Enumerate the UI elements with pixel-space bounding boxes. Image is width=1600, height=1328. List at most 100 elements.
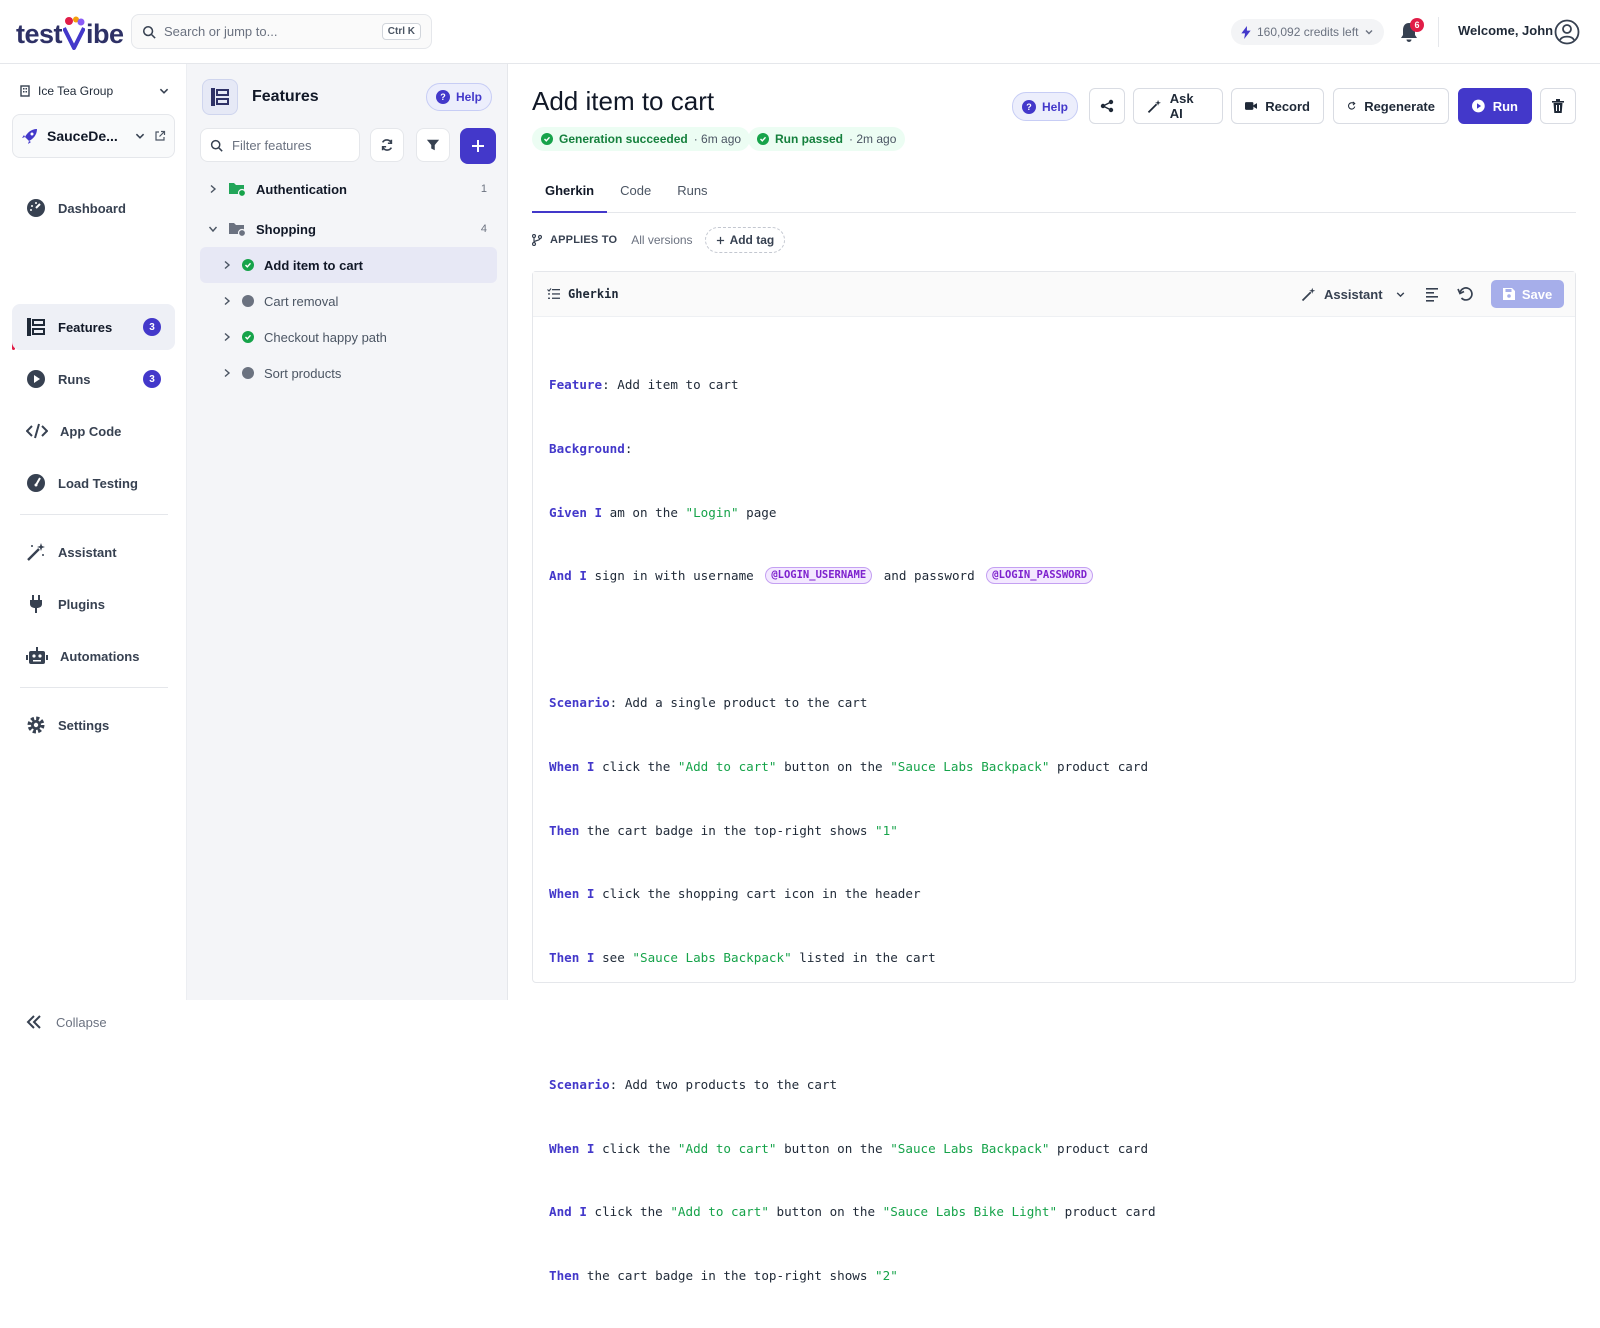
chevron-down-icon — [159, 88, 169, 94]
gherkin-keyword: And I — [549, 1204, 587, 1220]
filter-features-input[interactable]: Filter features — [200, 128, 360, 162]
record-label: Record — [1265, 98, 1310, 114]
tree-label: Cart removal — [264, 293, 339, 309]
chevron-right-icon[interactable] — [222, 296, 232, 306]
refresh-button[interactable] — [370, 128, 404, 162]
nav-label: Automations — [60, 648, 140, 664]
code-text: see — [594, 949, 633, 965]
tab-runs[interactable]: Runs — [664, 177, 720, 213]
code-string: "2" — [875, 1267, 898, 1283]
welcome-text: Welcome, John — [1458, 23, 1554, 38]
help-button[interactable]: ? Help — [1012, 92, 1079, 121]
tab-bar: Gherkin Code Runs — [532, 177, 1576, 213]
code-line: Then the cart badge in the top-right sho… — [549, 1265, 1156, 1286]
filter-placeholder: Filter features — [232, 137, 312, 153]
tree-folder-shopping[interactable]: Shopping 4 — [200, 211, 497, 247]
user-avatar-icon[interactable] — [1554, 19, 1580, 45]
gherkin-code[interactable]: Feature: Add item to cart Background: Gi… — [549, 332, 1156, 1328]
variable-chip[interactable]: @LOGIN_PASSWORD — [986, 567, 1094, 585]
nav-item-assistant[interactable]: Assistant — [12, 529, 175, 575]
run-status-badge: Run passed · 2m ago — [748, 127, 906, 151]
add-tag-button[interactable]: Add tag — [704, 227, 786, 253]
credits-dropdown[interactable]: 160,092 credits left — [1231, 19, 1385, 45]
nav-item-runs[interactable]: Runs 3 — [12, 356, 175, 402]
tree-item-checkout-happy-path[interactable]: Checkout happy path — [200, 319, 497, 355]
undo-icon[interactable] — [1456, 285, 1474, 303]
code-text: : Add a single product to the cart — [609, 695, 868, 711]
left-navigation: Ice Tea Group SauceDe... Dashboard Featu… — [0, 64, 187, 1030]
save-button[interactable]: Save — [1491, 280, 1564, 308]
code-text: am on the — [602, 504, 686, 520]
rocket-icon — [22, 129, 37, 144]
chevron-down-icon[interactable] — [208, 224, 218, 234]
collapse-button[interactable]: Collapse — [26, 1014, 107, 1030]
features-header: Features ? Help — [202, 79, 492, 115]
add-tag-label: Add tag — [729, 233, 775, 247]
chevron-right-icon[interactable] — [222, 332, 232, 342]
add-feature-button[interactable] — [460, 128, 496, 164]
editor-title: Gherkin — [568, 287, 619, 301]
plus-icon — [716, 236, 724, 244]
help-label: Help — [455, 90, 482, 104]
search-shortcut: Ctrl K — [381, 23, 421, 40]
features-help-button[interactable]: ? Help — [425, 83, 492, 111]
variable-chip[interactable]: @LOGIN_USERNAME — [765, 567, 873, 585]
code-text: : — [624, 441, 633, 456]
credits-label: 160,092 credits left — [1257, 25, 1359, 39]
tab-gherkin[interactable]: Gherkin — [532, 177, 608, 213]
code-text: button on the — [776, 1140, 891, 1156]
assistant-dropdown[interactable]: Assistant — [1301, 280, 1406, 308]
gherkin-editor[interactable]: Gherkin Assistant Save Feature: Add item… — [532, 271, 1576, 1283]
tab-code[interactable]: Code — [607, 177, 664, 213]
refresh-icon — [381, 139, 393, 151]
chevron-right-icon[interactable] — [222, 368, 232, 378]
chevron-right-icon[interactable] — [208, 184, 218, 194]
record-button[interactable]: Record — [1231, 88, 1324, 124]
folder-check-icon — [229, 183, 246, 197]
tree-folder-authentication[interactable]: Authentication 1 — [200, 171, 497, 207]
code-string: "Add to cart" — [677, 1140, 777, 1156]
project-switcher[interactable]: SauceDe... — [12, 114, 175, 158]
search-icon — [210, 139, 223, 152]
tree-label: Sort products — [264, 365, 342, 381]
search-bar[interactable]: Search or jump to... Ctrl K — [131, 14, 432, 49]
building-icon — [20, 85, 30, 97]
regenerate-button[interactable]: Regenerate — [1333, 88, 1449, 124]
nav-item-automations[interactable]: Automations — [12, 633, 175, 679]
external-link-icon[interactable] — [154, 130, 166, 142]
format-align-icon[interactable] — [1423, 285, 1441, 303]
folder-icon — [229, 223, 246, 237]
rotate-icon — [1348, 101, 1356, 110]
testvibe-logo[interactable]: test ibe — [16, 14, 124, 50]
tree-item-add-item-to-cart[interactable]: Add item to cart — [200, 247, 497, 283]
divider — [1438, 17, 1439, 47]
code-line: Background: — [549, 438, 1156, 459]
applies-to-value[interactable]: All versions — [631, 233, 692, 247]
tree-item-cart-removal[interactable]: Cart removal — [200, 283, 497, 319]
org-switcher[interactable]: Ice Tea Group — [20, 80, 170, 102]
run-button[interactable]: Run — [1458, 88, 1532, 124]
share-button[interactable] — [1089, 88, 1125, 124]
nav-item-dashboard[interactable]: Dashboard — [12, 185, 175, 231]
dashboard-icon — [27, 199, 45, 217]
help-label: Help — [1042, 99, 1069, 114]
code-text: : Add two products to the cart — [609, 1076, 838, 1092]
nav-item-settings[interactable]: Settings — [12, 702, 175, 748]
delete-button[interactable] — [1540, 88, 1576, 124]
nav-item-app-code[interactable]: App Code — [12, 408, 175, 454]
nav-label: App Code — [60, 423, 122, 439]
ask-ai-button[interactable]: Ask AI — [1133, 88, 1223, 124]
chevron-right-icon[interactable] — [222, 260, 232, 270]
nav-item-features[interactable]: Features 3 — [12, 304, 175, 350]
code-text: the cart badge in the top-right shows — [579, 822, 876, 838]
gherkin-keyword: Then I — [549, 949, 595, 965]
tree-item-sort-products[interactable]: Sort products — [200, 355, 497, 391]
nav-item-load-testing[interactable]: Load Testing — [12, 460, 175, 506]
code-string: "Sauce Labs Backpack" — [632, 949, 792, 965]
filter-button[interactable] — [416, 128, 450, 162]
code-line: Scenario: Add a single product to the ca… — [549, 692, 1156, 713]
filter-icon — [426, 139, 440, 151]
nav-label: Assistant — [58, 544, 117, 560]
nav-item-plugins[interactable]: Plugins — [12, 581, 175, 627]
